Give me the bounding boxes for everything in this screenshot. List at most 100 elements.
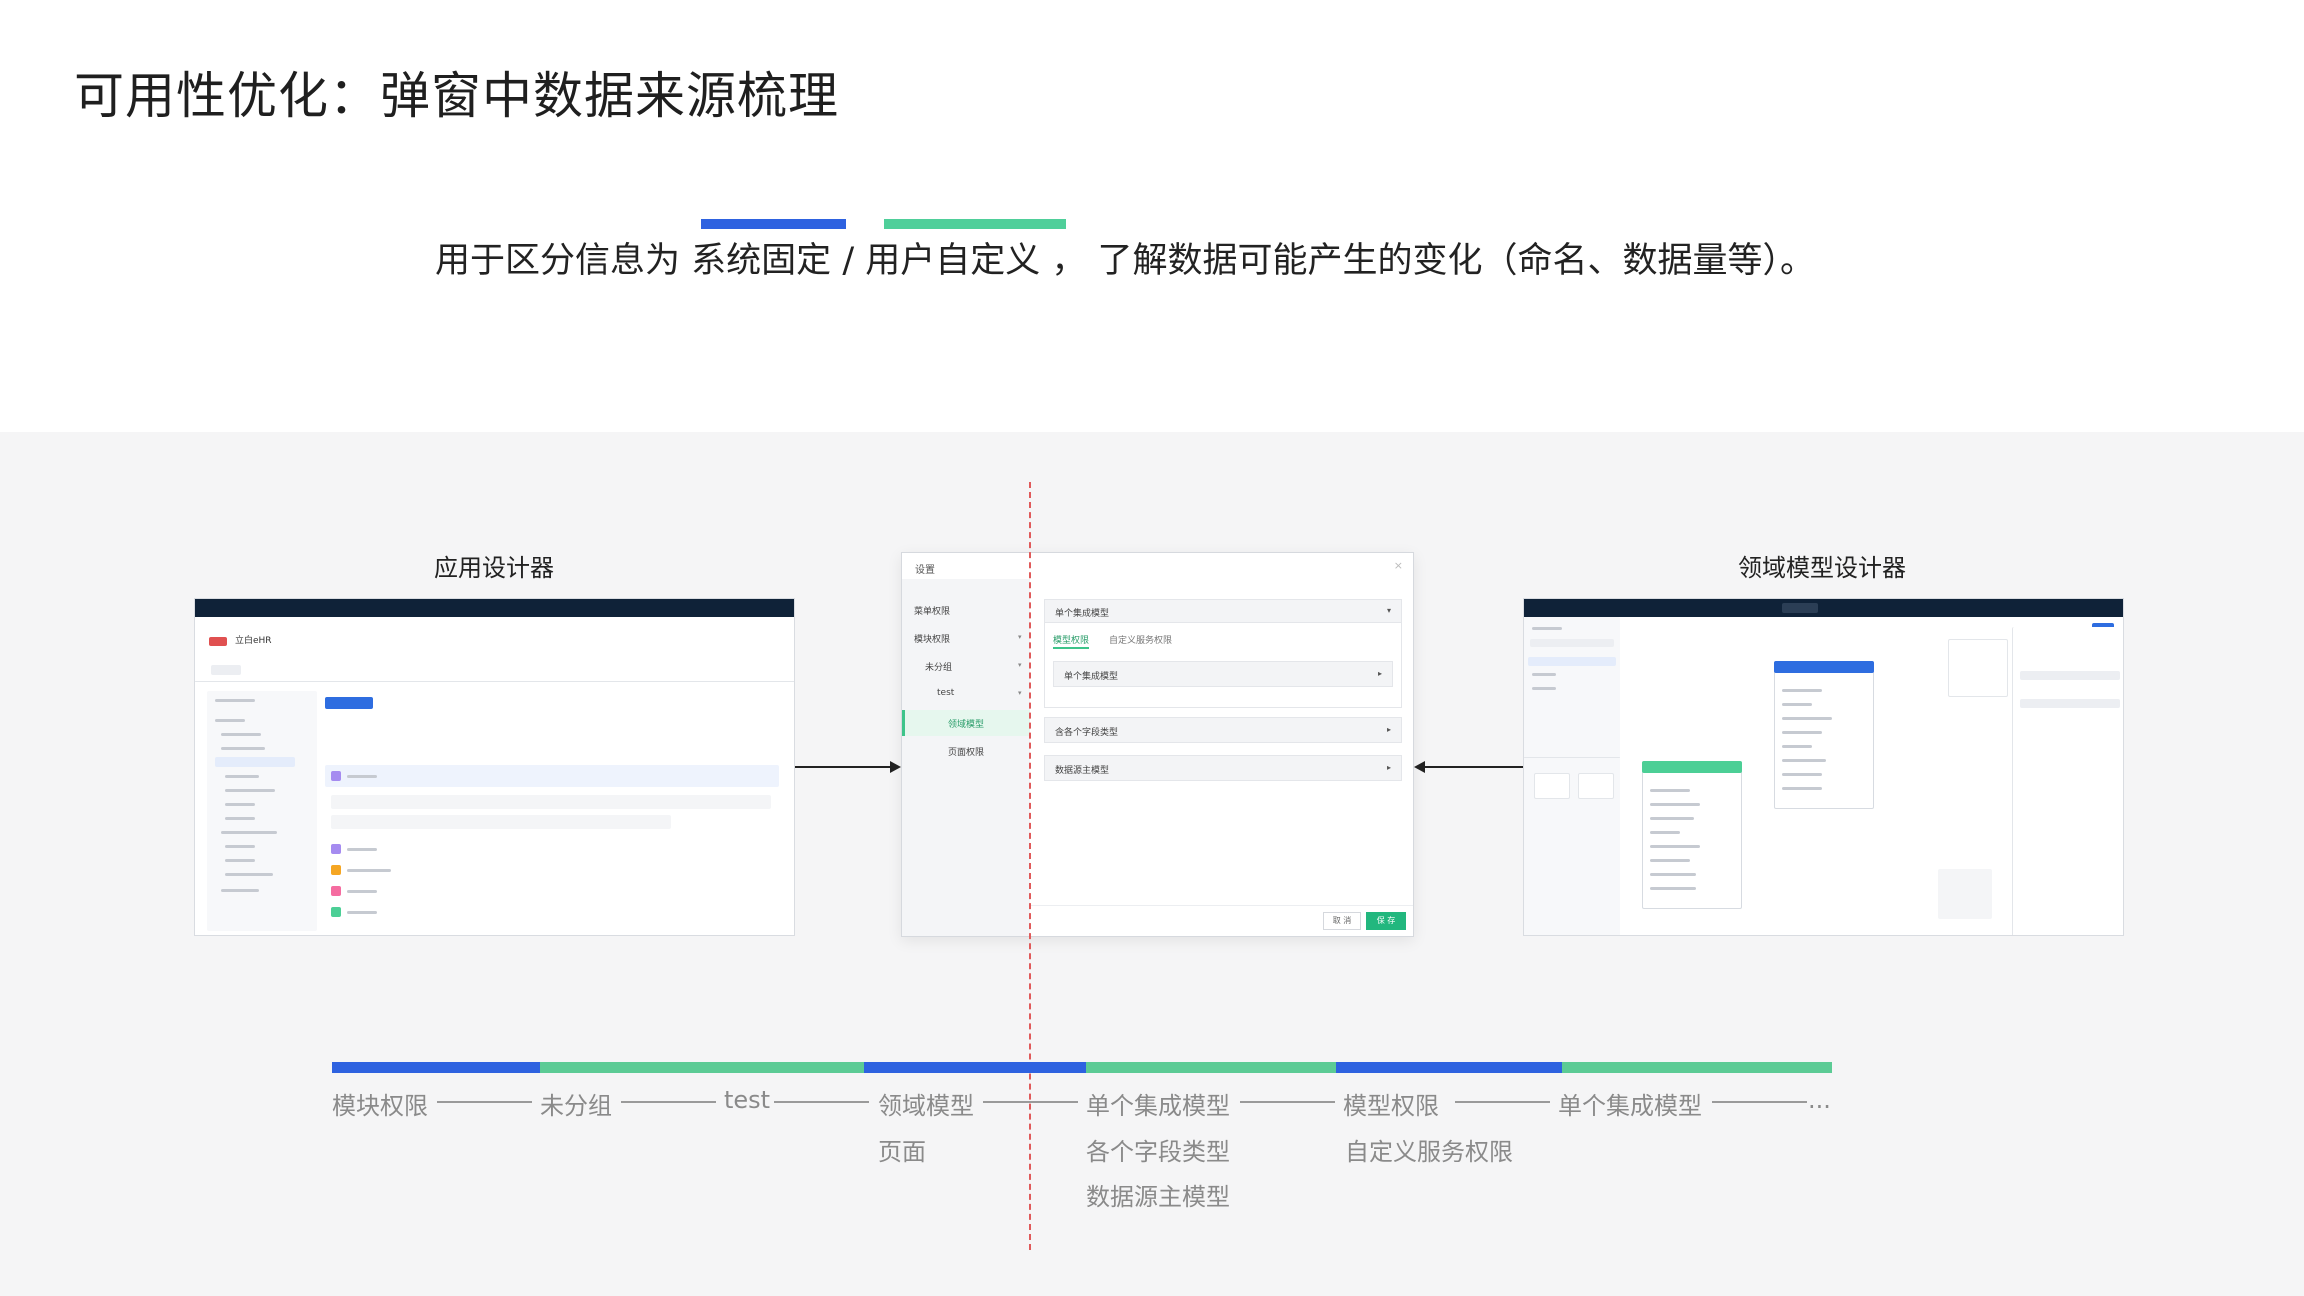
timeline-connector [774,1101,869,1103]
tab-custom-service-perm[interactable]: 自定义服务权限 [1109,633,1172,646]
app-name: 立白eHR [235,636,272,646]
timeline-step-datasource: 数据源主模型 [1086,1183,1230,1211]
timeline-connector [1240,1101,1335,1103]
topbar-tab [1782,603,1818,613]
timeline-step-custom-perm: 自定义服务权限 [1345,1138,1513,1166]
node-field [1650,887,1696,890]
accordion-datasource[interactable]: 数据源主模型 ▸ [1044,755,1402,781]
node-field [1782,703,1812,706]
node-field [1650,859,1690,862]
canvas-node-header [1774,661,1874,673]
chevron-right-icon: ▸ [1386,763,1391,772]
timeline-segment-system [864,1062,1086,1073]
list-card [1578,773,1614,799]
timeline-segment-user [1086,1062,1336,1073]
subtitle-suffix: ， 了解数据可能产生的变化（命名、数据量等）。 [1051,241,1816,281]
inner-accordion[interactable]: 单个集成模型 ▸ [1053,661,1393,687]
tree-line [221,747,265,750]
row-text [347,890,377,893]
dialog-footer-line [1030,905,1413,906]
chevron-right-icon: ▸ [1386,725,1391,734]
sidebar-item-page-perm[interactable]: 页面权限 [948,745,984,758]
minimap [1938,869,1992,919]
row-text [347,775,377,778]
tab-model-perm[interactable]: 模型权限 [1053,633,1089,646]
timeline-connector [983,1101,1078,1103]
tree-selected [215,757,295,767]
chevron-down-icon[interactable]: ▾ [1018,689,1022,697]
timeline-step-single2: 单个集成模型 [1558,1092,1702,1120]
close-icon[interactable]: × [1394,559,1403,572]
row-sub-fields [331,815,671,829]
tree-line [225,873,273,876]
sidebar-item-module-perm[interactable]: 模块权限 [914,632,950,645]
accordion-single-model[interactable]: 单个集成模型 ▾ [1044,599,1402,623]
timeline-step-ungrouped: 未分组 [540,1092,612,1120]
tree-line [225,775,259,778]
sidebar-item-menu-perm[interactable]: 菜单权限 [914,604,950,617]
save-button[interactable]: 保 存 [1366,912,1406,930]
accordion-label: 单个集成模型 [1055,609,1110,619]
left-panel-label: 应用设计器 [434,554,554,582]
node-field [1650,831,1680,834]
app-logo-icon [209,637,227,646]
list-line [1532,673,1556,676]
subtitle-system: 系统固定 [691,241,832,281]
list-selected [1528,657,1616,666]
dialog-title: 设置 [915,565,935,576]
node-field [1650,817,1694,820]
settings-dialog: 设置 × 菜单权限 模块权限 ▾ 未分组 ▾ test ▾ 领域模型 页面权限 … [901,552,1414,937]
node-field [1650,845,1700,848]
create-module-button[interactable] [325,697,373,709]
node-field [1650,803,1700,806]
timeline-step-page: 页面 [878,1138,926,1166]
list-line [1532,627,1562,630]
timeline-segment-system [332,1062,540,1073]
timeline-step-model-perm: 模型权限 [1343,1092,1439,1120]
row-icon [331,886,341,896]
accordion-fields[interactable]: 含各个字段类型 ▸ [1044,717,1402,743]
user-legend-bar [884,219,1066,229]
timeline-step-fields: 各个字段类型 [1086,1138,1230,1166]
timeline-step-domain: 领域模型 [878,1092,974,1120]
tree-line [225,859,255,862]
left-arrow-line [795,766,891,768]
legend-box [1948,639,2008,697]
timeline-connector [1712,1101,1807,1103]
chevron-down-icon: ▾ [1386,606,1391,615]
domain-topbar [1524,599,2123,617]
tree-line [215,719,245,722]
tree-line [215,699,255,702]
property-input [2020,671,2120,680]
timeline-step-single: 单个集成模型 [1086,1092,1230,1120]
timeline-ellipsis: ... [1808,1086,1831,1114]
tree-line [221,889,259,892]
sidebar-item-ungrouped[interactable]: 未分组 [925,660,952,673]
chevron-down-icon[interactable]: ▾ [1018,633,1022,641]
node-field [1782,689,1822,692]
row-text [347,869,391,872]
page-title: 可用性优化：弹窗中数据来源梳理 [74,67,839,125]
chevron-down-icon[interactable]: ▾ [1018,661,1022,669]
row-text [347,911,377,914]
timeline-connector [437,1101,532,1103]
row-sub-fields [331,795,771,809]
node-field [1782,745,1812,748]
sidebar-item-domain-model[interactable]: 领域模型 [948,717,984,730]
row-icon [331,865,341,875]
sidebar-item-test[interactable]: test [937,688,954,698]
list-card [1534,773,1570,799]
cancel-button[interactable]: 取 消 [1323,912,1361,930]
left-arrow-head [890,761,901,773]
node-field [1782,773,1822,776]
subtitle-prefix: 用于区分信息为 [435,241,681,281]
list-search [1530,639,1614,647]
system-legend-bar [701,219,846,229]
row-icon [331,844,341,854]
accordion-label: 含各个字段类型 [1055,728,1119,738]
node-field [1782,717,1832,720]
tree-line [221,733,261,736]
right-arrow-line [1424,766,1523,768]
timeline-step-module: 模块权限 [332,1092,428,1120]
subtitle-separator: / [842,241,855,281]
